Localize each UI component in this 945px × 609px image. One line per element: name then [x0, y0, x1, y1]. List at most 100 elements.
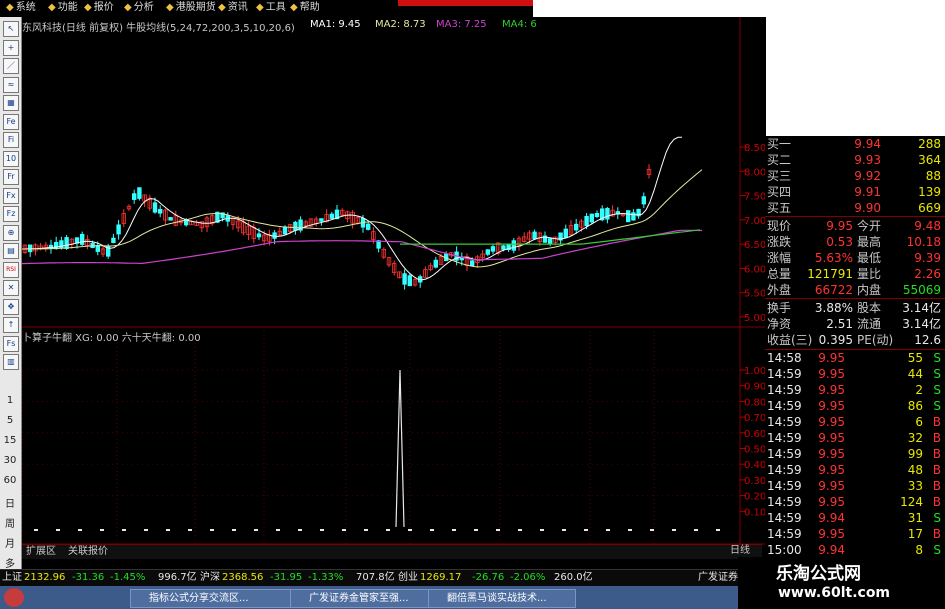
fz-icon[interactable]: Fz [3, 206, 19, 222]
stat-value: 66722 [814, 283, 853, 297]
period-月-button[interactable]: 月 [0, 535, 20, 550]
indicator-tick-label: 0.10 [744, 507, 766, 518]
tick-price: 9.94 [818, 511, 845, 525]
price-tick-label: 8.00 [744, 167, 766, 178]
price-tick-label: 7.50 [744, 192, 766, 203]
tick-price: 9.95 [818, 367, 845, 381]
tick-side: S [933, 399, 941, 413]
candle-body [485, 249, 490, 255]
tick-icon[interactable]: ▦ [3, 95, 19, 111]
task-item-broker[interactable]: 广发证券金管家至强... [290, 589, 438, 608]
candle-body [329, 213, 334, 219]
arrow-up-icon[interactable]: ↑ [3, 317, 19, 333]
task-item-forum[interactable]: 指标公式分享交流区... [130, 589, 300, 608]
indicator-zero-marker [364, 529, 368, 531]
stat-value: 2.26 [914, 267, 941, 281]
watermark-url: www.60lt.com [778, 585, 891, 601]
stat-label: 现价 [767, 219, 792, 233]
candle-body [501, 245, 506, 250]
indicator-tick-label: 0.50 [744, 445, 766, 456]
period-60-button[interactable]: 60 [0, 475, 20, 486]
fund-row: 净资 2.51 流通 3.14亿 [765, 316, 945, 332]
move-icon[interactable]: ✥ [3, 298, 19, 315]
period-5-button[interactable]: 5 [0, 415, 20, 426]
stat-value: 9.95 [826, 219, 853, 233]
fib-icon[interactable]: Fi [3, 132, 19, 148]
indicator-tick-label: 0.90 [744, 382, 766, 393]
tick-volume: 31 [907, 511, 923, 525]
tick-side: B [932, 495, 941, 509]
menu-item[interactable]: ◆ 功能 [48, 1, 78, 15]
candle-body [116, 224, 121, 235]
stat-row: 涨跌 0.53 最高 10.18 [765, 234, 945, 250]
candle-body [605, 207, 610, 220]
bid-volume: 669 [918, 201, 941, 215]
cross-icon[interactable]: + [3, 39, 19, 56]
candle-body [293, 221, 298, 231]
line-icon[interactable]: ／ [3, 58, 19, 74]
zoom-icon[interactable]: ⊕ [3, 224, 19, 241]
indicator-zero-marker [562, 529, 566, 531]
tick-row: 14:58 9.95 55 S [765, 350, 945, 366]
menu-item[interactable]: ◆ 港股期货 [166, 1, 216, 15]
stat-row: 涨幅 5.63% 最低 9.39 [765, 250, 945, 266]
arrow-icon[interactable]: ↖ [3, 21, 19, 37]
indicator-zero-marker [716, 529, 720, 531]
candle-body [574, 223, 579, 231]
menu-item[interactable]: ◆ 报价 [84, 1, 114, 15]
fen-icon[interactable]: Fe [3, 113, 19, 130]
period-15-button[interactable]: 15 [0, 435, 20, 446]
fund-label: 换手 [767, 301, 792, 315]
stat-label: 涨幅 [767, 251, 792, 265]
task-item-article[interactable]: 翻倍黑马谈实战技术... [428, 589, 576, 608]
tick-time: 14:59 [767, 383, 802, 397]
fs-icon[interactable]: Fs [3, 335, 19, 352]
tab-extension[interactable]: 扩展区 [26, 545, 56, 559]
menu-item-label: 报价 [93, 2, 114, 13]
candle-body [282, 226, 288, 235]
stat-label: 外盘 [767, 283, 792, 297]
indicator-zero-marker [606, 529, 610, 531]
trend-icon[interactable]: ≈ [3, 76, 19, 93]
menu-item-label: 系统 [15, 2, 36, 13]
indicator-tick-label: 0.70 [744, 413, 766, 424]
rsi-icon[interactable]: RSI [3, 261, 19, 278]
divider [765, 216, 945, 217]
tab-related-quotes[interactable]: 关联报价 [68, 545, 108, 559]
stats-icon[interactable]: ▥ [3, 354, 19, 370]
indicator-zero-marker [518, 529, 522, 531]
menu-item[interactable]: ◆ 工具 [256, 1, 286, 15]
tick-time: 14:59 [767, 415, 802, 429]
period-多-button[interactable]: 多 [0, 555, 20, 570]
ftu-icon[interactable]: Fr [3, 169, 19, 185]
tick-price: 9.95 [818, 383, 845, 397]
chart-icon[interactable]: ▤ [3, 243, 19, 259]
f10-icon[interactable]: 10 [3, 150, 19, 167]
candle-body [152, 202, 158, 213]
period-周-button[interactable]: 周 [0, 515, 20, 530]
indicator-zero-marker [232, 529, 236, 531]
indicator-zero-marker [166, 529, 170, 531]
kline-chart[interactable]: 8.50 8.00 7.50 7.00 6.50 6.00 5.50 5.00 1.00 0.90… [22, 17, 766, 547]
fx-icon[interactable]: Fx [3, 187, 19, 204]
tick-volume: 99 [907, 447, 923, 461]
tick-side: S [933, 383, 941, 397]
indicator-tick-label: 0.20 [744, 492, 766, 503]
shrink-icon[interactable]: ✕ [3, 280, 19, 296]
price-tick-label: 6.00 [744, 264, 766, 275]
period-1-button[interactable]: 1 [0, 395, 20, 406]
menu-item[interactable]: ◆ 资讯 [218, 1, 248, 15]
start-icon[interactable] [4, 588, 24, 607]
fund-label: 股本 [857, 301, 882, 315]
tick-time: 14:59 [767, 399, 802, 413]
tick-side: S [933, 511, 941, 525]
indicator-zero-marker [386, 529, 390, 531]
price-tick-label: 5.00 [744, 313, 766, 324]
fund-label: 净资 [767, 317, 792, 331]
period-30-button[interactable]: 30 [0, 455, 20, 466]
tick-side: S [933, 367, 941, 381]
menu-item[interactable]: ◆ 帮助 [290, 1, 320, 15]
period-日-button[interactable]: 日 [0, 495, 20, 510]
menu-item[interactable]: ◆ 分析 [124, 1, 154, 15]
menu-item[interactable]: ◆ 系统 [6, 1, 36, 15]
